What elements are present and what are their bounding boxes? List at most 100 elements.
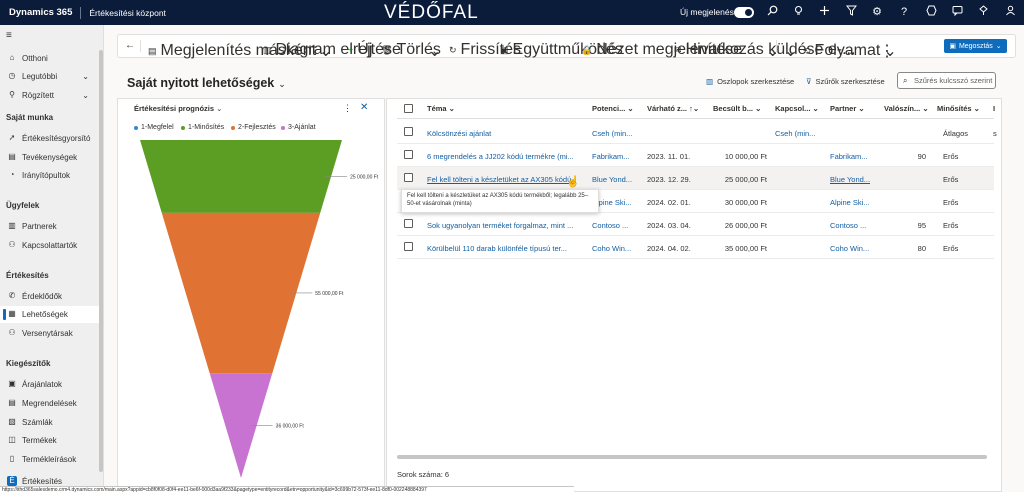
help-icon[interactable]: ? bbox=[897, 5, 911, 19]
legend-item[interactable]: 3-Ajánlat bbox=[281, 124, 316, 131]
cell-tema[interactable]: Fel kell tölteni a készletüket az AX305 … bbox=[427, 175, 577, 184]
legend-label: 2-Fejlesztés bbox=[238, 124, 276, 131]
sidebar-item-invoices[interactable]: ▧ Számlák bbox=[0, 414, 103, 431]
button-label: Megosztás bbox=[958, 42, 993, 50]
view-title[interactable]: Saját nyitott lehetőségek ⌄ bbox=[127, 76, 286, 90]
column-header-account[interactable]: Partner ⌄ bbox=[830, 104, 865, 113]
table-row[interactable]: Fel kell tölteni a készletüket az AX305 … bbox=[397, 167, 994, 190]
legend-item[interactable]: 2-Fejlesztés bbox=[231, 124, 276, 131]
grid-horizontal-scrollbar[interactable] bbox=[397, 455, 987, 459]
hamburger-menu-icon[interactable]: ≡ bbox=[6, 30, 12, 41]
new-button[interactable]: + Új bbox=[348, 41, 372, 59]
sidebar-item-leads[interactable]: ✆ Érdeklődők bbox=[0, 288, 103, 305]
cell-partner[interactable]: Coho Win... bbox=[830, 244, 875, 253]
chart-more-icon[interactable]: ⋮ bbox=[343, 103, 352, 114]
sidebar-item-sales-accelerator[interactable]: ➚ Értékesítésgyorsító bbox=[0, 130, 103, 147]
email-link-chevron-icon[interactable]: ⌄ bbox=[766, 41, 779, 61]
table-row[interactable]: Körülbelül 110 darab különféle típusú te… bbox=[397, 236, 994, 259]
user-icon[interactable] bbox=[1003, 5, 1017, 19]
sidebar-item-products[interactable]: ◫ Termékek bbox=[0, 432, 103, 449]
new-look-toggle[interactable] bbox=[734, 7, 754, 18]
sidebar-item-competitors[interactable]: ⚇ Versenytársak bbox=[0, 325, 103, 342]
search-icon[interactable] bbox=[765, 5, 779, 19]
edit-columns-button[interactable]: ▥ Oszlopok szerkesztése bbox=[706, 77, 794, 86]
button-label: Oszlopok szerkesztése bbox=[717, 77, 795, 86]
legend-item[interactable]: 1-Megfelel bbox=[134, 124, 174, 131]
row-checkbox[interactable] bbox=[404, 173, 413, 182]
cell-potenci[interactable]: Fabrikam... bbox=[592, 152, 637, 161]
sidebar-scrollbar[interactable] bbox=[99, 50, 103, 472]
chat-icon[interactable] bbox=[950, 5, 964, 19]
funnel-segment-1[interactable] bbox=[140, 140, 342, 213]
more-chevron-icon[interactable]: ⌄ bbox=[784, 41, 797, 61]
cell-partner[interactable]: Fabrikam... bbox=[830, 152, 875, 161]
column-header-extra[interactable]: I bbox=[993, 104, 995, 113]
column-header-est-revenue[interactable]: Becsült b... ⌄ bbox=[713, 104, 761, 113]
sidebar-item-recent[interactable]: ◷ Legutóbbi ⌄ bbox=[0, 68, 103, 85]
column-header-potential[interactable]: Potenci... ⌄ bbox=[592, 104, 634, 113]
legend-item[interactable]: 1-Minősítés bbox=[181, 124, 224, 131]
chart-title[interactable]: Értékesítési prognózis ⌄ bbox=[134, 104, 222, 113]
sidebar-item-orders[interactable]: ▤ Megrendelések bbox=[0, 395, 103, 412]
select-all-checkbox[interactable] bbox=[404, 104, 413, 113]
sidebar-item-opportunities[interactable]: ▦ Lehetőségek bbox=[0, 306, 103, 323]
delete-chevron-icon[interactable]: ⌄ bbox=[428, 41, 441, 61]
close-icon[interactable]: ✕ bbox=[360, 102, 368, 113]
sidebar-item-home[interactable]: ⌂ Otthoni bbox=[0, 50, 103, 67]
row-checkbox[interactable] bbox=[404, 150, 413, 159]
table-row[interactable]: Kölcsönzési ajánlat Cseh (min... Cseh (min… bbox=[397, 121, 997, 144]
row-checkbox[interactable] bbox=[404, 219, 413, 228]
search-input[interactable]: ⌕ Szűrés kulcsszó szerint bbox=[897, 72, 996, 89]
column-header-expected-close[interactable]: Várható z... ↑⌄ bbox=[647, 104, 699, 113]
column-header-topic[interactable]: Téma ⌄ bbox=[427, 104, 455, 113]
cell-potenci[interactable]: Contoso ... bbox=[592, 221, 637, 230]
quote-icon: ▣ bbox=[8, 379, 16, 388]
cell-partner[interactable]: Alpine Ski... bbox=[830, 198, 875, 207]
sidebar-item-quotes[interactable]: ▣ Árajánlatok bbox=[0, 376, 103, 393]
remote-icon[interactable] bbox=[976, 5, 990, 19]
cell-potenci[interactable]: Blue Yond... bbox=[592, 175, 637, 184]
cell-tema[interactable]: Sok ugyanolyan terméket forgalmaz, mint … bbox=[427, 221, 577, 230]
table-row[interactable]: Sok ugyanolyan terméket forgalmaz, mint … bbox=[397, 213, 994, 236]
more-commands-icon[interactable]: ⋮ bbox=[879, 41, 895, 61]
row-checkbox[interactable] bbox=[404, 242, 413, 251]
cell-kapcsol[interactable]: Cseh (min... bbox=[775, 129, 820, 138]
cell-tema[interactable]: Kölcsönzési ajánlat bbox=[427, 129, 577, 138]
cell-valoszin: 90 bbox=[917, 152, 926, 161]
column-header-contact[interactable]: Kapcsol... ⌄ bbox=[775, 104, 819, 113]
sidebar-item-contacts[interactable]: ⚇ Kapcsolattartók bbox=[0, 237, 103, 254]
chevron-down-icon[interactable]: ⌄ bbox=[82, 72, 89, 81]
plus-icon[interactable] bbox=[817, 5, 831, 19]
column-header-probability[interactable]: Valószín... ⌄ bbox=[884, 104, 929, 113]
cell-potenci[interactable]: Cseh (min... bbox=[592, 129, 637, 138]
sidebar-item-product-descriptions[interactable]: ▯ Termékleírások bbox=[0, 451, 103, 468]
edit-filters-button[interactable]: ⊽ Szűrők szerkesztése bbox=[806, 77, 885, 86]
sidebar-item-accounts[interactable]: ▥ Partnerek bbox=[0, 218, 103, 235]
cell-partner[interactable]: Blue Yond... bbox=[830, 175, 875, 184]
row-checkbox[interactable] bbox=[404, 127, 413, 136]
app-name[interactable]: Dynamics 365 bbox=[9, 7, 72, 18]
filter-icon[interactable] bbox=[844, 5, 858, 19]
area-name[interactable]: Értékesítési központ bbox=[89, 8, 166, 18]
cell-partner[interactable]: Contoso ... bbox=[830, 221, 875, 230]
sidebar-item-dashboards[interactable]: ◔ Irányítópultok bbox=[0, 167, 103, 184]
group-title-extras: Kiegészítők bbox=[6, 359, 51, 368]
data-label: 55 000,00 Ft bbox=[315, 291, 344, 297]
sidebar-item-label: Rögzített bbox=[22, 91, 55, 100]
gear-icon[interactable]: ⚙ bbox=[870, 5, 884, 19]
back-arrow-icon[interactable]: ← bbox=[125, 40, 135, 51]
cell-tema[interactable]: 6 megrendelés a JJ202 kódú termékre (mi.… bbox=[427, 152, 577, 161]
copilot-icon[interactable] bbox=[924, 5, 938, 19]
cell-potenci[interactable]: Coho Win... bbox=[592, 244, 637, 253]
button-label: Új bbox=[357, 41, 373, 58]
column-header-rating[interactable]: Minősítés ⌄ bbox=[937, 104, 980, 113]
cell-tema[interactable]: Körülbelül 110 darab különféle típusú te… bbox=[427, 244, 577, 253]
clock-icon: ◷ bbox=[8, 71, 16, 80]
table-row[interactable]: 6 megrendelés a JJ202 kódú termékre (mi.… bbox=[397, 144, 994, 167]
sidebar-item-activities[interactable]: ▤ Tevékenységek bbox=[0, 149, 103, 166]
chevron-down-icon[interactable]: ⌄ bbox=[82, 91, 89, 100]
pin-icon: ⚲ bbox=[9, 90, 15, 99]
share-button[interactable]: ▣ Megosztás ⌄ bbox=[944, 39, 1007, 53]
lightbulb-icon[interactable] bbox=[791, 5, 805, 19]
sidebar-item-pinned[interactable]: ⚲ Rögzített ⌄ bbox=[0, 87, 103, 104]
